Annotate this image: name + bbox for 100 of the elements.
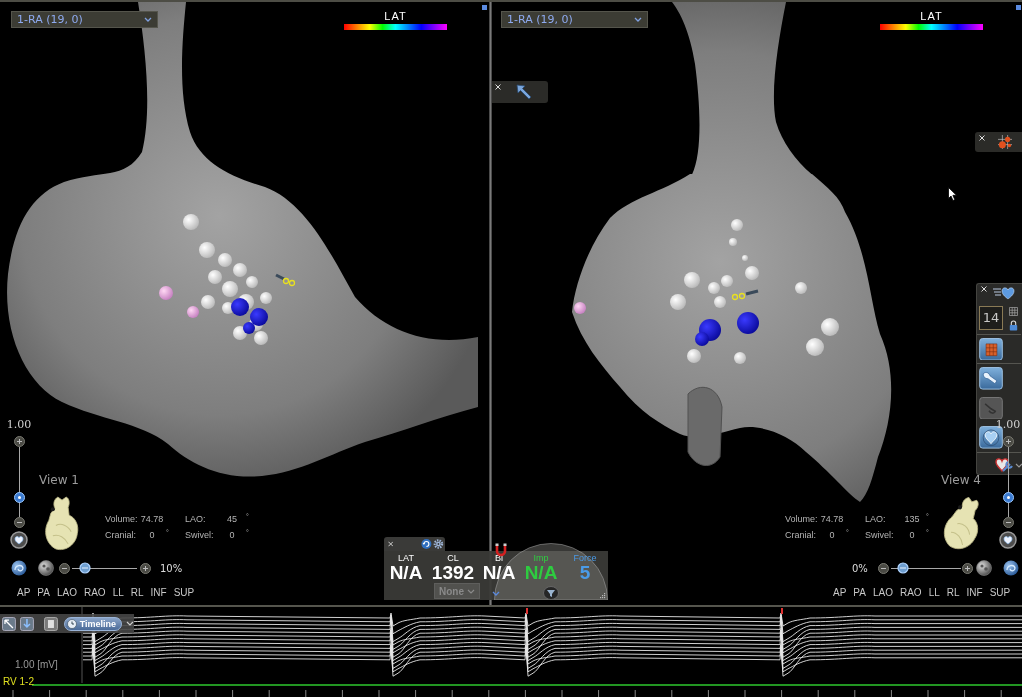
view-preset-button[interactable]: AP bbox=[833, 586, 847, 599]
globe-icon[interactable] bbox=[11, 560, 27, 576]
stat-value: 0 bbox=[148, 529, 156, 541]
lock-icon[interactable] bbox=[1009, 319, 1018, 331]
caret-icon[interactable] bbox=[126, 621, 134, 626]
readout-label: CL bbox=[447, 553, 459, 563]
plus-icon[interactable] bbox=[1002, 436, 1014, 447]
readout-label: Imp bbox=[533, 553, 549, 563]
resize-grip-icon[interactable] bbox=[599, 592, 606, 599]
heart-shield-icon[interactable] bbox=[979, 426, 1003, 450]
stat-value: 45 bbox=[226, 513, 238, 525]
scale-label: LAT bbox=[384, 10, 407, 22]
view-preset-button[interactable]: LL bbox=[928, 586, 940, 599]
readout-value: N/A bbox=[524, 563, 558, 583]
map-point-icon bbox=[684, 272, 700, 288]
refresh-icon[interactable] bbox=[421, 538, 433, 550]
stat-label: LAO: bbox=[185, 513, 207, 525]
zoom-slider[interactable] bbox=[1002, 447, 1014, 517]
slider-thumb[interactable] bbox=[1002, 491, 1014, 503]
plus-icon[interactable] bbox=[961, 562, 973, 574]
map-point-icon bbox=[222, 281, 238, 297]
view-preset-button[interactable]: PA bbox=[37, 586, 50, 599]
resize-arrow-icon[interactable] bbox=[2, 616, 16, 631]
map-point-icon bbox=[742, 255, 748, 261]
view-title: View 1 bbox=[39, 473, 79, 487]
clock-icon bbox=[66, 618, 77, 629]
view-preset-button[interactable]: AP bbox=[17, 586, 31, 599]
map-point-icon bbox=[199, 242, 215, 258]
map-point-icon bbox=[254, 331, 268, 345]
channel-label: RV 1-2 bbox=[3, 676, 34, 688]
view-preset-button[interactable]: LAO bbox=[56, 586, 77, 599]
view-title: View 4 bbox=[941, 473, 981, 487]
arrow-icon[interactable] bbox=[516, 84, 532, 100]
grid-dots-icon[interactable] bbox=[997, 135, 1013, 149]
plus-icon[interactable] bbox=[13, 436, 25, 447]
sphere-icon[interactable] bbox=[38, 560, 54, 576]
catheter-tip-icon bbox=[275, 273, 296, 287]
close-icon[interactable] bbox=[495, 84, 501, 90]
close-icon[interactable] bbox=[981, 286, 987, 292]
filter-icon[interactable] bbox=[543, 586, 559, 600]
stat-value: 0 bbox=[228, 529, 236, 541]
page-icon[interactable] bbox=[43, 616, 58, 631]
zoom-reading: 1.00 bbox=[6, 419, 32, 431]
view-preset-button[interactable]: INF bbox=[150, 586, 167, 599]
transparency-slider[interactable] bbox=[890, 562, 961, 574]
probe-icon[interactable] bbox=[979, 396, 1003, 420]
gear-icon[interactable] bbox=[433, 538, 444, 550]
scale-label: LAT bbox=[920, 10, 943, 22]
view-preset-button[interactable]: SUP bbox=[989, 586, 1011, 599]
transparency-slider[interactable] bbox=[72, 562, 137, 574]
slider-thumb[interactable] bbox=[79, 562, 91, 574]
zoom-slider[interactable] bbox=[13, 447, 25, 517]
map-grid-icon[interactable] bbox=[979, 337, 1003, 361]
map-point-icon bbox=[201, 295, 215, 309]
view-preset-button[interactable]: RAO bbox=[899, 586, 922, 599]
map-dropdown[interactable]: 1-RA (19, 0) bbox=[11, 11, 158, 28]
view-preset-button[interactable]: SUP bbox=[173, 586, 195, 599]
catheter-icon[interactable] bbox=[979, 367, 1003, 390]
map-point-icon bbox=[233, 263, 247, 277]
view-preset-button[interactable]: RL bbox=[130, 586, 144, 599]
map-point-icon bbox=[233, 326, 247, 340]
map-point-icon bbox=[670, 294, 686, 310]
minus-icon[interactable] bbox=[13, 517, 25, 528]
map-point-icon bbox=[183, 214, 199, 230]
close-icon[interactable] bbox=[388, 541, 394, 547]
stat-value: 74.78 bbox=[139, 513, 165, 525]
map-point-icon bbox=[731, 219, 743, 231]
view-preset-button[interactable]: PA bbox=[853, 586, 866, 599]
caret-icon[interactable] bbox=[1015, 462, 1022, 468]
timeline-button[interactable]: Timeline bbox=[63, 616, 123, 631]
map-point-icon bbox=[246, 276, 258, 288]
map-point-icon bbox=[708, 282, 720, 294]
slider-thumb[interactable] bbox=[13, 491, 25, 503]
globe-icon[interactable] bbox=[1002, 560, 1019, 576]
map-point-icon bbox=[795, 282, 807, 294]
view-preset-button[interactable]: LAO bbox=[872, 586, 893, 599]
plus-icon[interactable] bbox=[140, 562, 151, 574]
stat-label: Swivel: bbox=[185, 529, 215, 541]
minus-icon[interactable] bbox=[877, 562, 889, 574]
view-preset-button[interactable]: RL bbox=[946, 586, 960, 599]
heart-wrench-icon[interactable] bbox=[994, 456, 1014, 474]
zoom-reading: 1.00 bbox=[995, 419, 1021, 431]
readout-value: N/A bbox=[389, 563, 423, 583]
magnet-icon bbox=[494, 543, 508, 557]
slider-thumb[interactable] bbox=[896, 562, 909, 574]
view-preset-button[interactable]: INF bbox=[966, 586, 983, 599]
minus-icon[interactable] bbox=[59, 562, 70, 574]
stat-value: 135 bbox=[903, 513, 921, 525]
corner-marker-icon bbox=[482, 5, 487, 10]
map-dropdown[interactable]: 1-RA (19, 0) bbox=[501, 11, 648, 28]
view-preset-button[interactable]: LL bbox=[112, 586, 124, 599]
corner-marker-icon bbox=[1016, 5, 1021, 10]
sphere-icon[interactable] bbox=[975, 560, 992, 576]
readout-label: LAT bbox=[398, 553, 414, 563]
heart-list-icon[interactable] bbox=[992, 286, 1016, 300]
close-icon[interactable] bbox=[979, 135, 985, 141]
view-preset-button[interactable]: RAO bbox=[83, 586, 106, 599]
grid-icon[interactable] bbox=[1009, 306, 1018, 316]
caret-icon[interactable] bbox=[492, 591, 500, 596]
minus-icon[interactable] bbox=[1002, 517, 1014, 528]
